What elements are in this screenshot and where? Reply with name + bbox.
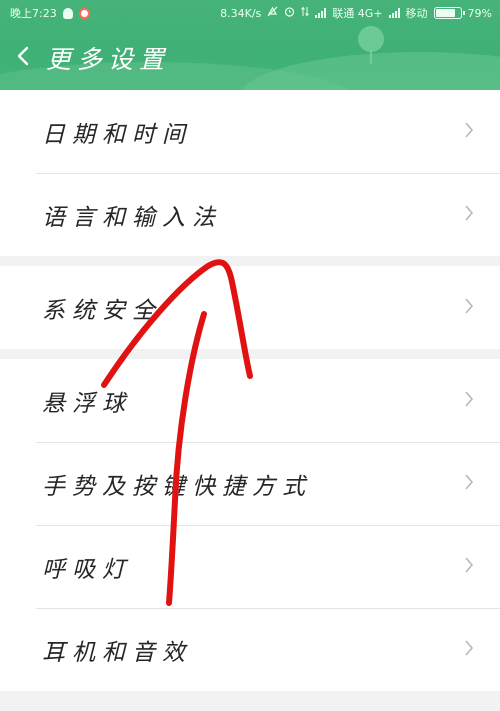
app-notification-icon bbox=[78, 7, 90, 19]
setting-label: 语言和输入法 bbox=[42, 204, 222, 231]
signal-icon bbox=[315, 8, 327, 18]
data-transfer-icon bbox=[301, 6, 310, 20]
setting-gesture-shortcuts[interactable]: 手势及按键快捷方式 bbox=[0, 442, 500, 525]
status-time: 晚上7:23 bbox=[10, 7, 57, 20]
settings-group: 日期和时间 语言和输入法 bbox=[0, 90, 500, 256]
chevron-right-icon bbox=[464, 121, 474, 143]
alarm-icon bbox=[284, 6, 295, 20]
setting-label: 呼吸灯 bbox=[42, 556, 132, 583]
settings-group: 系统安全 bbox=[0, 266, 500, 349]
chevron-right-icon bbox=[464, 556, 474, 578]
status-bar: 晚上7:23 8.34K/s 联通 4G+ 移动 79% bbox=[0, 0, 500, 26]
setting-label: 系统安全 bbox=[42, 297, 162, 324]
setting-headphones-audio[interactable]: 耳机和音效 bbox=[0, 608, 500, 691]
chevron-right-icon bbox=[464, 473, 474, 495]
group-divider bbox=[0, 256, 500, 266]
settings-group: 悬浮球 手势及按键快捷方式 呼吸灯 耳机和音效 bbox=[0, 359, 500, 691]
qq-notification-icon bbox=[62, 7, 73, 19]
group-divider bbox=[0, 349, 500, 359]
signal-icon bbox=[388, 8, 400, 18]
setting-label: 悬浮球 bbox=[42, 390, 132, 417]
setting-date-time[interactable]: 日期和时间 bbox=[0, 90, 500, 173]
settings-list: 日期和时间 语言和输入法 系统安全 悬浮球 手势及按键快捷方式 呼吸灯 耳机和音… bbox=[0, 90, 500, 691]
chevron-right-icon bbox=[464, 297, 474, 319]
setting-label: 手势及按键快捷方式 bbox=[42, 473, 312, 500]
page-title: 更多设置 bbox=[46, 45, 171, 74]
battery-icon bbox=[433, 7, 465, 19]
chevron-right-icon bbox=[464, 390, 474, 412]
chevron-right-icon bbox=[464, 639, 474, 661]
setting-floating-ball[interactable]: 悬浮球 bbox=[0, 359, 500, 442]
header-bar: 晚上7:23 8.34K/s 联通 4G+ 移动 79% 更多设置 bbox=[0, 0, 500, 90]
network-speed: 8.34K/s bbox=[220, 6, 262, 20]
setting-language-input[interactable]: 语言和输入法 bbox=[0, 173, 500, 256]
carrier-2: 移动 bbox=[405, 7, 428, 20]
setting-label: 日期和时间 bbox=[42, 121, 192, 148]
back-button[interactable] bbox=[0, 32, 46, 84]
silent-icon bbox=[267, 6, 278, 20]
chevron-right-icon bbox=[464, 204, 474, 226]
back-arrow-icon bbox=[16, 45, 30, 71]
setting-label: 耳机和音效 bbox=[42, 639, 192, 666]
carrier-1: 联通 4G+ bbox=[332, 7, 383, 20]
title-row: 更多设置 bbox=[0, 32, 500, 84]
setting-system-security[interactable]: 系统安全 bbox=[0, 266, 500, 349]
setting-breathing-light[interactable]: 呼吸灯 bbox=[0, 525, 500, 608]
battery-percent: 79% bbox=[467, 6, 492, 20]
